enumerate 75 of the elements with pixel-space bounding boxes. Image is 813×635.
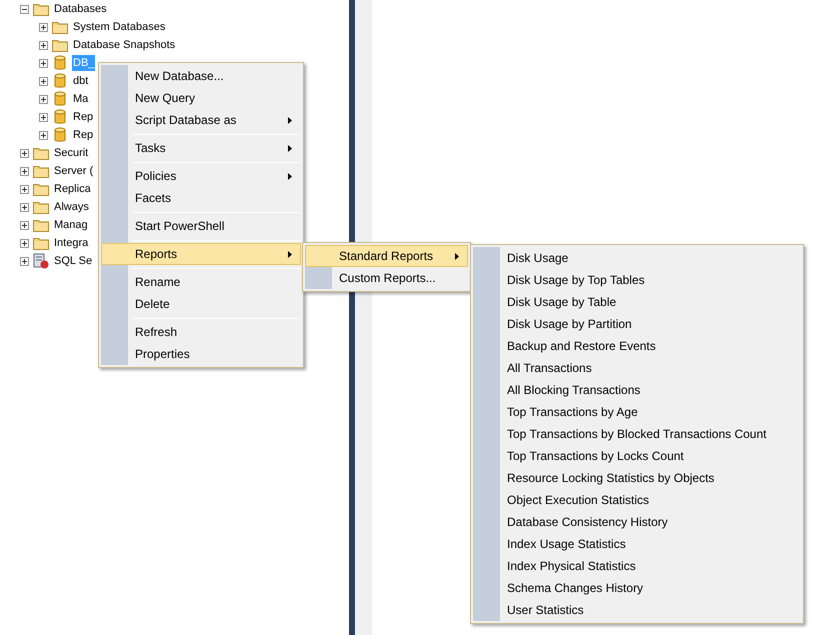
tree-item[interactable]: Integra xyxy=(53,235,90,251)
database-icon xyxy=(54,73,66,89)
database-icon xyxy=(54,91,66,107)
menu-item[interactable]: Policies xyxy=(101,165,301,187)
expand-icon[interactable] xyxy=(39,58,48,68)
expand-icon[interactable] xyxy=(39,94,48,104)
expand-icon[interactable] xyxy=(39,22,48,32)
server-icon xyxy=(33,253,49,269)
tree-item[interactable]: Rep xyxy=(72,127,94,143)
menu-item[interactable]: User Statistics xyxy=(473,599,801,621)
folder-icon xyxy=(52,20,68,34)
folder-icon xyxy=(33,146,49,160)
tree-item[interactable]: Securit xyxy=(53,145,90,161)
folder-icon xyxy=(33,164,49,178)
expand-icon[interactable] xyxy=(20,148,29,158)
database-icon xyxy=(54,127,66,143)
folder-icon xyxy=(33,2,49,16)
menu-item[interactable]: Top Transactions by Blocked Transactions Count xyxy=(473,423,801,445)
menu-item[interactable]: Index Physical Statistics xyxy=(473,555,801,577)
menu-item[interactable]: Reports xyxy=(101,243,301,265)
menu-item[interactable]: Backup and Restore Events xyxy=(473,335,801,357)
folder-icon xyxy=(33,218,49,232)
collapse-icon[interactable] xyxy=(20,4,29,14)
menu-item[interactable]: Database Consistency History xyxy=(473,511,801,533)
expand-icon[interactable] xyxy=(20,238,29,248)
tree-item[interactable]: Replica xyxy=(53,181,92,197)
menu-item[interactable]: Top Transactions by Locks Count xyxy=(473,445,801,467)
expand-icon[interactable] xyxy=(39,76,48,86)
expand-icon[interactable] xyxy=(39,112,48,122)
menu-item[interactable]: Schema Changes History xyxy=(473,577,801,599)
menu-item[interactable]: All Transactions xyxy=(473,357,801,379)
menu-item[interactable]: Object Execution Statistics xyxy=(473,489,801,511)
menu-item[interactable]: Delete xyxy=(101,293,301,315)
menu-item[interactable]: Index Usage Statistics xyxy=(473,533,801,555)
folder-icon xyxy=(33,236,49,250)
folder-icon xyxy=(33,200,49,214)
tree-item[interactable]: Server ( xyxy=(53,163,94,179)
tree-item[interactable]: Rep xyxy=(72,109,94,125)
menu-item[interactable]: All Blocking Transactions xyxy=(473,379,801,401)
expand-icon[interactable] xyxy=(39,130,48,140)
database-icon xyxy=(54,109,66,125)
expand-icon[interactable] xyxy=(20,184,29,194)
menu-item[interactable]: Script Database as xyxy=(101,109,301,131)
menu-item[interactable]: Rename xyxy=(101,271,301,293)
menu-item[interactable]: Disk Usage by Table xyxy=(473,291,801,313)
menu-item[interactable]: Custom Reports... xyxy=(305,267,468,289)
menu-item[interactable]: Properties xyxy=(101,343,301,365)
menu-item[interactable]: Disk Usage by Top Tables xyxy=(473,269,801,291)
menu-item[interactable]: Start PowerShell xyxy=(101,215,301,237)
tree-item[interactable]: System Databases xyxy=(72,19,166,35)
expand-icon[interactable] xyxy=(20,166,29,176)
database-icon xyxy=(54,55,66,71)
tree-item[interactable]: Always xyxy=(53,199,90,215)
menu-item[interactable]: Disk Usage by Partition xyxy=(473,313,801,335)
menu-item[interactable]: Disk Usage xyxy=(473,247,801,269)
tree-item[interactable]: Ma xyxy=(72,91,90,107)
expand-icon[interactable] xyxy=(20,220,29,230)
tree-item[interactable]: SQL Se xyxy=(53,253,94,269)
menu-item[interactable]: Resource Locking Statistics by Objects xyxy=(473,467,801,489)
tree-item[interactable]: dbt xyxy=(72,73,90,89)
menu-item[interactable]: New Query xyxy=(101,87,301,109)
folder-icon xyxy=(52,38,68,52)
expand-icon[interactable] xyxy=(20,256,29,266)
expand-icon[interactable] xyxy=(20,202,29,212)
menu-item[interactable]: New Database... xyxy=(101,65,301,87)
expand-icon[interactable] xyxy=(39,40,48,50)
tree-item[interactable]: Manag xyxy=(53,217,89,233)
menu-item[interactable]: Top Transactions by Age xyxy=(473,401,801,423)
menu-item[interactable]: Facets xyxy=(101,187,301,209)
tree-item[interactable]: Database Snapshots xyxy=(72,37,176,53)
tree-item[interactable]: Databases xyxy=(53,1,108,17)
menu-item[interactable]: Tasks xyxy=(101,137,301,159)
menu-item[interactable]: Refresh xyxy=(101,321,301,343)
folder-icon xyxy=(33,182,49,196)
menu-item[interactable]: Standard Reports xyxy=(305,245,468,267)
